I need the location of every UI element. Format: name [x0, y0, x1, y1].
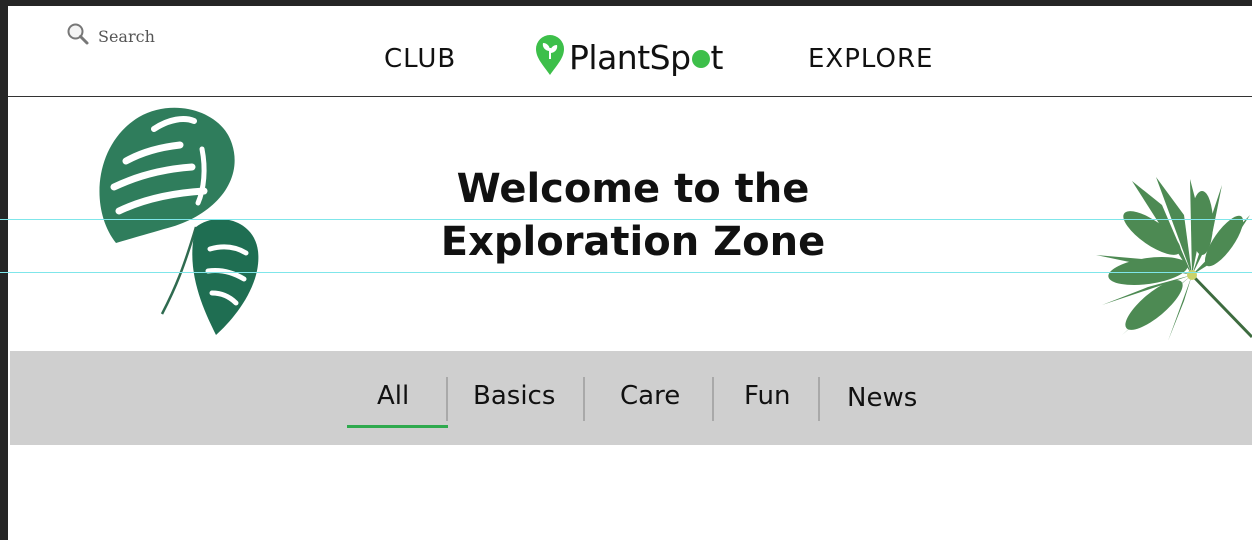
- tab-care[interactable]: Care: [620, 381, 680, 411]
- nav-explore-link[interactable]: EXPLORE: [808, 44, 933, 74]
- search-box[interactable]: Search: [66, 22, 155, 50]
- nav-club-link[interactable]: CLUB: [384, 44, 456, 74]
- search-label[interactable]: Search: [98, 27, 155, 46]
- tab-separator: [583, 377, 585, 421]
- tab-fun[interactable]: Fun: [744, 381, 791, 411]
- logo-text-end: t: [710, 37, 724, 77]
- map-pin-leaf-icon: [535, 34, 565, 80]
- hero-title: Welcome to the Exploration Zone: [8, 163, 1252, 269]
- design-guide-line-top: [0, 219, 1252, 220]
- tab-news[interactable]: News: [847, 383, 917, 413]
- logo-text-start: PlantSp: [569, 37, 691, 77]
- design-guide-line-bottom: [0, 272, 1252, 273]
- window-frame-left: [0, 0, 8, 540]
- search-icon[interactable]: [66, 22, 90, 50]
- logo-dot: [691, 49, 710, 68]
- category-tab-bar: All Basics Care Fun News: [10, 351, 1252, 445]
- site-header: Search CLUB PlantSp t EXPLORE: [8, 6, 1252, 97]
- logo-wordmark: PlantSp t: [569, 37, 724, 77]
- hero-section: Welcome to the Exploration Zone: [8, 97, 1252, 351]
- tab-all[interactable]: All: [377, 381, 409, 411]
- tab-basics[interactable]: Basics: [473, 381, 555, 411]
- tab-separator: [446, 377, 448, 421]
- hero-title-line-2: Exploration Zone: [440, 219, 826, 265]
- tab-separator: [818, 377, 820, 421]
- hero-title-line-1: Welcome to the: [456, 166, 810, 212]
- active-tab-indicator: [347, 425, 448, 428]
- tab-separator: [712, 377, 714, 421]
- plantspot-logo[interactable]: PlantSp t: [535, 34, 724, 80]
